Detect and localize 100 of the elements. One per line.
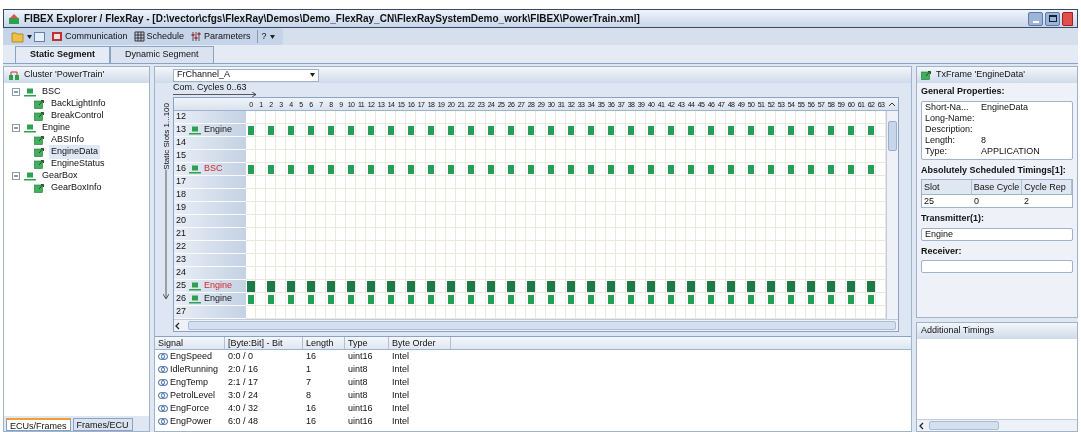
column-header[interactable]: [Byte:Bit] - Bit [225, 337, 303, 349]
frame-block[interactable] [407, 164, 414, 174]
frame-block[interactable] [546, 280, 555, 292]
frame-block[interactable] [806, 280, 815, 292]
frame-block[interactable] [387, 125, 394, 135]
frame-block[interactable] [366, 280, 375, 292]
frame-block[interactable] [627, 294, 634, 304]
frame-block[interactable] [607, 125, 614, 135]
frame-block[interactable] [407, 125, 414, 135]
frame-block[interactable] [867, 294, 874, 304]
frame-block[interactable] [667, 164, 674, 174]
column-header[interactable]: Slot [922, 180, 972, 194]
frame-block[interactable] [627, 164, 634, 174]
frame-block[interactable] [707, 294, 714, 304]
frame-block[interactable] [527, 125, 534, 135]
frame-block[interactable] [847, 294, 854, 304]
frame-block[interactable] [487, 164, 494, 174]
tree-item[interactable]: BSC [40, 85, 63, 99]
close-button[interactable] [1062, 11, 1073, 26]
frame-block[interactable] [567, 294, 574, 304]
frame-block[interactable] [727, 164, 734, 174]
frame-block[interactable] [867, 164, 874, 174]
frame-block[interactable] [667, 294, 674, 304]
frame-block[interactable] [467, 294, 474, 304]
channel-dropdown[interactable]: FrChannel_A [173, 68, 319, 82]
frame-block[interactable] [247, 125, 254, 135]
frame-block[interactable] [766, 280, 775, 292]
frame-block[interactable] [326, 280, 335, 292]
frame-block[interactable] [367, 125, 374, 135]
frame-block[interactable] [547, 164, 554, 174]
frame-block[interactable] [706, 280, 715, 292]
tree-item[interactable]: BackLightInfo [49, 97, 108, 111]
frame-block[interactable] [347, 294, 354, 304]
frame-block[interactable] [427, 164, 434, 174]
dropdown-icon[interactable] [27, 34, 32, 39]
view-tab[interactable]: Frames/ECU [72, 418, 133, 431]
frame-block[interactable] [487, 125, 494, 135]
frame-block[interactable] [347, 125, 354, 135]
frame-block[interactable] [567, 164, 574, 174]
frame-block[interactable] [866, 280, 875, 292]
frame-block[interactable] [306, 280, 315, 292]
frame-block[interactable] [387, 164, 394, 174]
frame-block[interactable] [327, 125, 334, 135]
frame-block[interactable] [707, 125, 714, 135]
frame-block[interactable] [747, 164, 754, 174]
frame-block[interactable] [586, 280, 595, 292]
frame-block[interactable] [847, 125, 854, 135]
frame-block[interactable] [667, 125, 674, 135]
frame-block[interactable] [386, 280, 395, 292]
frame-block[interactable] [647, 294, 654, 304]
frame-block[interactable] [727, 125, 734, 135]
frame-block[interactable] [566, 280, 575, 292]
segment-tab[interactable]: Dynamic Segment [110, 46, 214, 63]
frame-block[interactable] [647, 164, 654, 174]
frame-block[interactable] [267, 294, 274, 304]
expander-icon[interactable] [12, 124, 20, 132]
frame-block[interactable] [346, 280, 355, 292]
frame-block[interactable] [287, 294, 294, 304]
column-header[interactable]: Length [303, 337, 345, 349]
horizontal-scrollbar[interactable] [174, 319, 898, 331]
frame-block[interactable] [286, 280, 295, 292]
frame-block[interactable] [687, 125, 694, 135]
frame-block[interactable] [506, 280, 515, 292]
frame-block[interactable] [707, 164, 714, 174]
horizontal-scrollbar[interactable] [917, 419, 1077, 431]
frame-block[interactable] [407, 294, 414, 304]
frame-block[interactable] [726, 280, 735, 292]
frame-block[interactable] [767, 164, 774, 174]
frame-block[interactable] [427, 294, 434, 304]
frame-block[interactable] [467, 125, 474, 135]
frame-block[interactable] [606, 280, 615, 292]
frame-block[interactable] [686, 280, 695, 292]
frame-block[interactable] [746, 280, 755, 292]
frame-block[interactable] [327, 164, 334, 174]
frame-block[interactable] [367, 164, 374, 174]
frame-block[interactable] [266, 280, 275, 292]
frame-block[interactable] [787, 164, 794, 174]
minimize-button[interactable] [1028, 11, 1043, 26]
frame-block[interactable] [487, 294, 494, 304]
frame-block[interactable] [867, 125, 874, 135]
tree-item[interactable]: EngineData [49, 145, 101, 159]
frame-block[interactable] [367, 294, 374, 304]
frame-block[interactable] [406, 280, 415, 292]
column-header[interactable]: Signal [155, 337, 225, 349]
frame-block[interactable] [826, 280, 835, 292]
frame-block[interactable] [787, 294, 794, 304]
frame-block[interactable] [607, 164, 614, 174]
frame-block[interactable] [547, 294, 554, 304]
frame-block[interactable] [827, 294, 834, 304]
receiver-field[interactable] [921, 260, 1073, 273]
parameters-button[interactable]: Parameters [190, 29, 251, 44]
frame-block[interactable] [767, 294, 774, 304]
frame-block[interactable] [767, 125, 774, 135]
schedule-button[interactable]: Schedule [133, 29, 185, 44]
frame-block[interactable] [446, 280, 455, 292]
frame-block[interactable] [567, 125, 574, 135]
frame-block[interactable] [267, 125, 274, 135]
maximize-button[interactable] [1045, 11, 1060, 26]
column-header[interactable]: Cycle Rep [1022, 180, 1072, 194]
frame-block[interactable] [747, 294, 754, 304]
